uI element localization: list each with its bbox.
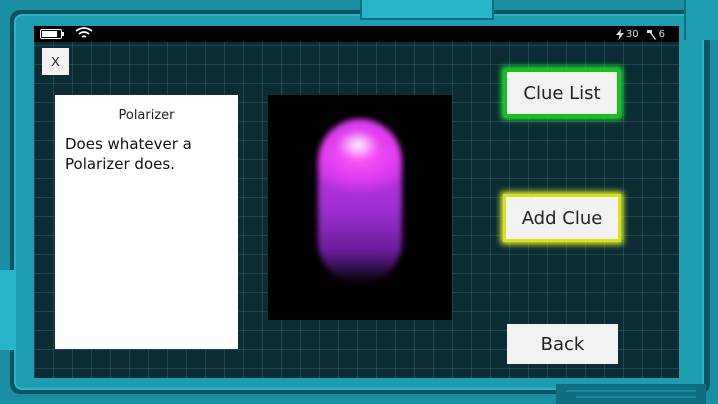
- battery-icon: [40, 29, 64, 39]
- frame-tab-top: [360, 0, 494, 20]
- frame-tab-bottom: [556, 384, 706, 404]
- frame-stripe: [566, 390, 696, 392]
- back-button[interactable]: Back: [507, 324, 618, 364]
- close-button[interactable]: X: [42, 48, 69, 75]
- clue-card: Polarizer Does whatever a Polarizer does…: [55, 95, 238, 349]
- device-screen: 30 6 X Polarizer Does whatever a Polariz…: [34, 26, 679, 378]
- tools-value: 6: [658, 28, 665, 40]
- add-clue-button[interactable]: Add Clue: [503, 194, 621, 242]
- energy-stat: 30: [615, 28, 639, 40]
- clue-title: Polarizer: [118, 108, 175, 123]
- lightning-icon: [615, 28, 624, 40]
- item-viewer: [268, 95, 452, 320]
- status-right: 30 6: [615, 27, 665, 41]
- clue-description: Does whatever a Polarizer does.: [65, 135, 192, 173]
- hammer-icon: [646, 29, 656, 40]
- status-bar: 30 6: [34, 26, 679, 42]
- clue-list-button[interactable]: Clue List: [504, 69, 620, 117]
- energy-value: 30: [625, 28, 639, 40]
- frame-tab-left: [0, 270, 14, 350]
- frame-tab-right: [684, 0, 718, 40]
- battery-level-fill: [42, 31, 57, 37]
- capsule-icon: [318, 119, 402, 284]
- wifi-icon: [75, 27, 93, 41]
- tools-stat: 6: [645, 29, 665, 40]
- frame-stripe: [576, 396, 696, 398]
